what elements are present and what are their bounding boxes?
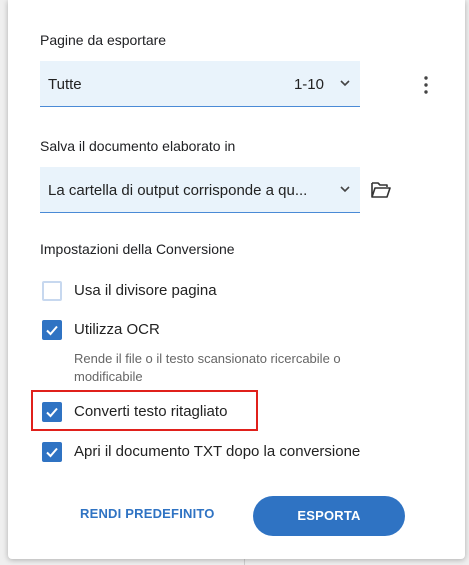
folder-open-icon[interactable]: [370, 180, 392, 200]
check-icon: [46, 325, 58, 336]
ocr-checkbox[interactable]: [42, 320, 62, 340]
conversion-section-label: Impostazioni della Conversione: [40, 241, 235, 257]
ocr-label: Utilizza OCR: [74, 321, 160, 338]
page-divider-checkbox[interactable]: [42, 281, 62, 301]
export-button[interactable]: ESPORTA: [253, 496, 405, 536]
chevron-down-icon: [340, 80, 350, 87]
page-divider-label: Usa il divisore pagina: [74, 282, 217, 299]
save-section-label: Salva il documento elaborato in: [40, 138, 236, 154]
set-default-button[interactable]: RENDI PREDEFINITO: [80, 506, 215, 521]
highlight-box: [31, 390, 258, 431]
output-folder-value: La cartella di output corrisponde a qu..…: [48, 182, 308, 199]
open-txt-label: Apri il documento TXT dopo la conversion…: [74, 443, 361, 460]
more-vert-icon[interactable]: [417, 74, 435, 96]
open-txt-checkbox[interactable]: [42, 442, 62, 462]
check-icon: [46, 447, 58, 458]
pages-dropdown[interactable]: Tutte 1-10: [40, 61, 360, 107]
output-folder-dropdown[interactable]: La cartella di output corrisponde a qu..…: [40, 167, 360, 213]
pages-dropdown-value: Tutte: [48, 76, 82, 93]
pages-range: 1-10: [293, 76, 324, 93]
export-dialog: Pagine da esportare Tutte 1-10 Salva il …: [8, 0, 465, 559]
chevron-down-icon: [340, 186, 350, 193]
ocr-hint: Rende il file o il testo scansionato ric…: [74, 351, 341, 384]
pages-section-label: Pagine da esportare: [40, 32, 167, 48]
